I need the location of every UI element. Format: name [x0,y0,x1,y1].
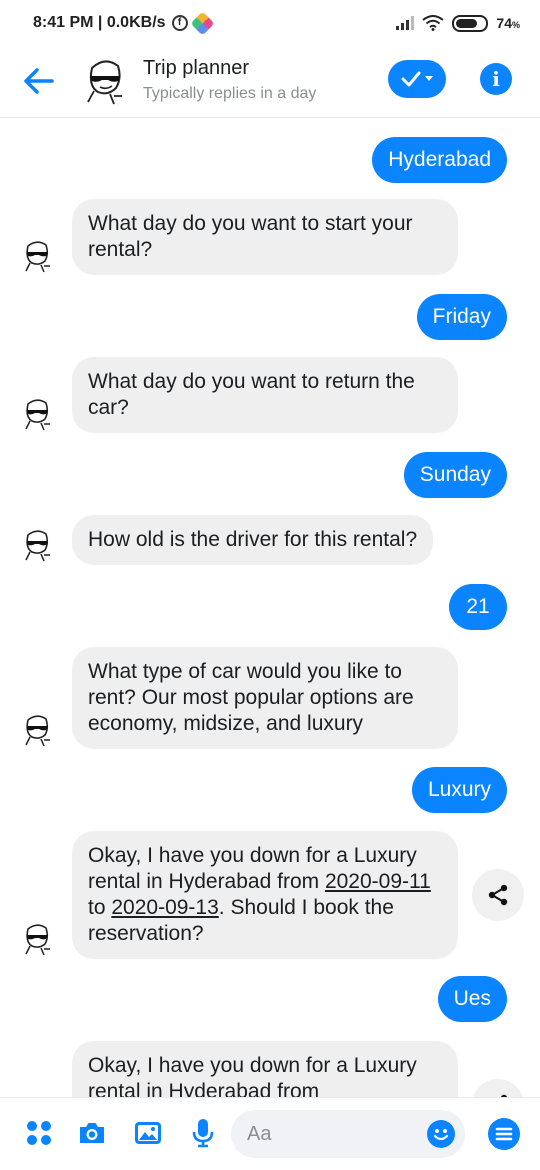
outgoing-message[interactable]: Friday [416,294,507,340]
message-input[interactable] [247,1110,417,1158]
outgoing-message[interactable]: 21 [449,584,507,630]
signal-icon [396,16,415,30]
status-right: 74% [396,14,520,32]
battery-percent: 74% [496,15,520,31]
incoming-message[interactable]: Okay, I have you down for a Luxury renta… [72,1041,458,1097]
status-bar: 8:41 PM | 0.0KB/s f 74% [0,0,540,46]
chevron-down-icon [425,76,433,81]
menu-icon[interactable] [488,1118,520,1150]
status-left: 8:41 PM | 0.0KB/s f [33,10,215,36]
incoming-message[interactable]: What day do you want to return the car? [72,357,458,433]
mark-done-button[interactable] [388,60,446,98]
app-notification-icon [190,10,215,36]
message-input-container[interactable] [231,1110,465,1158]
wifi-icon [422,15,445,31]
outgoing-message[interactable]: Luxury [411,767,507,813]
outgoing-message[interactable]: Ues [437,976,507,1022]
incoming-message[interactable]: How old is the driver for this rental? [72,515,434,565]
message-composer [0,1097,540,1170]
emoji-icon[interactable] [427,1120,455,1148]
incoming-message[interactable]: What day do you want to start your renta… [72,199,458,275]
battery-fill [456,18,478,28]
share-icon [488,884,508,906]
share-button[interactable] [472,1079,524,1097]
chat-title[interactable]: Trip planner [143,57,249,80]
gallery-icon[interactable] [133,1118,163,1148]
message-list: Hyderabad What day do you want to start … [0,119,540,1097]
menu-lines [495,1127,513,1141]
bot-avatar[interactable] [80,56,130,106]
battery-icon [452,14,489,32]
reply-time-subtitle: Typically replies in a day [143,85,317,102]
incoming-message[interactable]: Okay, I have you down for a Luxury renta… [72,831,458,959]
info-icon[interactable]: i [480,63,512,95]
camera-icon[interactable] [77,1118,107,1148]
back-arrow-icon[interactable] [22,64,56,98]
bot-avatar-small [25,924,50,956]
smiley-face [433,1129,449,1141]
outgoing-message[interactable]: Sunday [403,452,507,498]
battery-value: 74 [496,15,512,31]
outgoing-message[interactable]: Hyderabad [372,137,507,183]
incoming-message[interactable]: What type of car would you like to rent?… [72,647,458,749]
check-icon [401,71,421,87]
message-text: to [88,896,112,919]
date-link-start[interactable]: 2020-09-11 [325,870,431,893]
more-actions-icon[interactable] [24,1118,54,1148]
facebook-notification-icon: f [171,15,188,31]
bot-avatar-small [25,715,50,747]
status-time-speed: 8:41 PM | 0.0KB/s [33,14,166,31]
bot-avatar-small [25,241,50,273]
date-link-end[interactable]: 2020-09-13 [111,896,218,919]
bot-avatar-small [25,399,50,431]
microphone-icon[interactable] [188,1118,218,1148]
battery-unit: % [511,20,520,30]
bot-avatar-small [25,530,50,562]
chat-header: Trip planner Typically replies in a day … [0,46,540,118]
share-button[interactable] [472,869,524,921]
